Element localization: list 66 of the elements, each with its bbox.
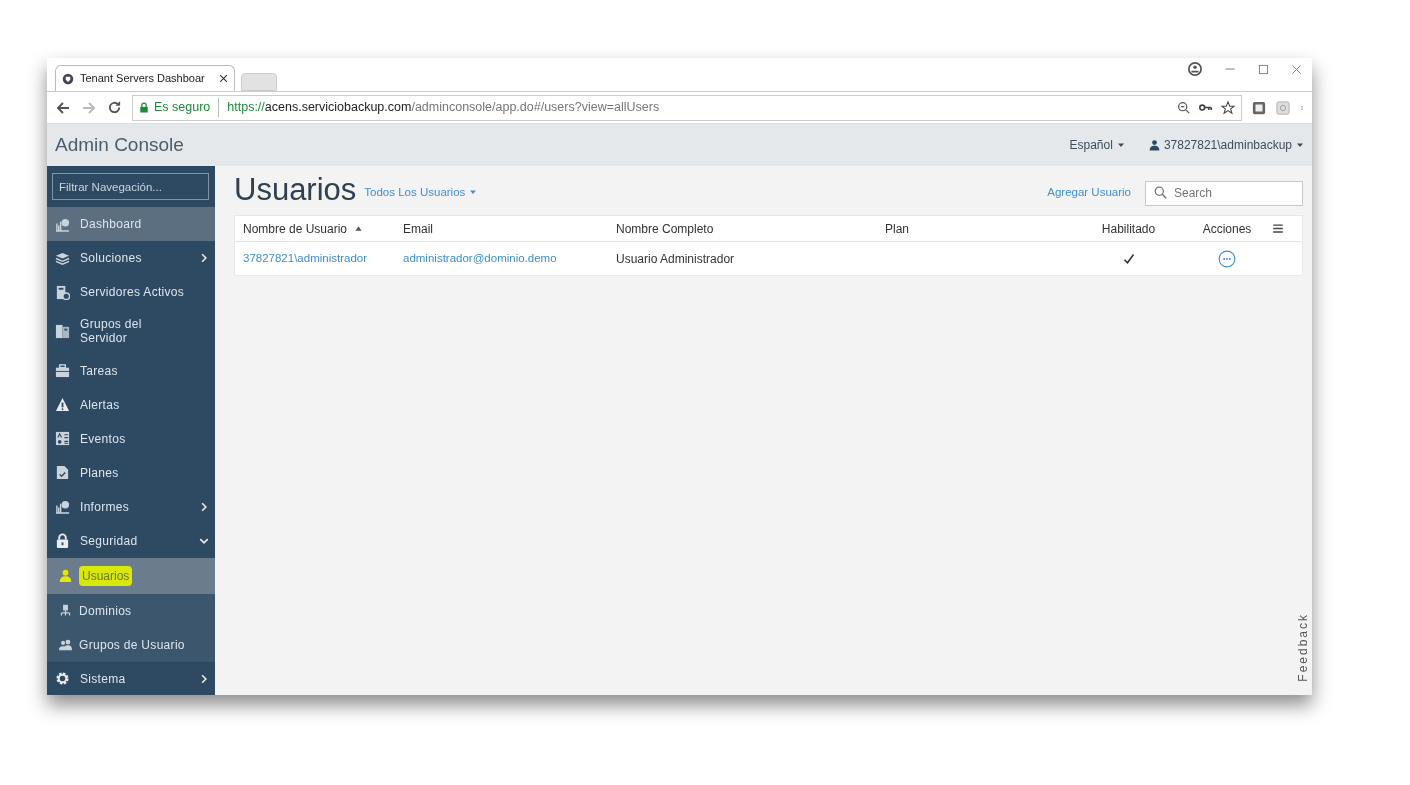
sidebar-subitem[interactable]: Usuarios [47,557,215,594]
lock-icon [139,102,149,113]
security-label: Es seguro [154,99,211,117]
briefcase-icon [55,363,70,379]
chart-icon [55,216,70,232]
sidebar-item[interactable]: Planes [47,455,215,490]
email-link[interactable]: administrador@dominio.demo [403,249,616,268]
filter-field[interactable]: Filtrar Navegación... [52,173,209,200]
column-header[interactable]: Nombre de Usuario [243,219,403,238]
sidebar-item[interactable]: Eventos [47,421,215,456]
user-icon [59,569,72,583]
sidebar-item[interactable]: Tareas [47,353,215,388]
tab-title: Tenant Servers Dashboar [80,71,206,87]
warning-icon [55,397,70,413]
user-icon [1148,139,1160,151]
sidebar-item[interactable]: Grupos del Servidor [47,309,215,354]
column-header[interactable]: Acciones [1182,219,1272,238]
address-bar[interactable]: Es seguro https://acens.serviciobackup.com/adminconsole/app.do#/users?view=allUsers [132,94,1242,121]
document-icon [55,465,70,481]
search-field[interactable]: Search [1145,180,1303,206]
column-header[interactable]: Plan [885,219,1075,238]
caret-icon [1296,141,1304,149]
close-icon[interactable] [219,74,228,83]
network-icon [59,604,72,618]
settings-icon [55,671,70,687]
servers-icon [55,323,70,339]
back-icon[interactable] [55,99,71,116]
app-title: Admin Console [55,132,184,157]
maximize-icon[interactable] [1258,63,1269,75]
key-icon[interactable] [1198,101,1213,114]
extension-icon[interactable] [1252,100,1266,115]
user-menu[interactable]: 37827821\adminbackup [1148,136,1304,154]
sidebar-item[interactable]: Informes [47,489,215,524]
url-text: https://acens.serviciobackup.com/adminconsole/app.do#/users?view=allUsers [227,99,660,117]
column-header[interactable]: Habilitado [1075,219,1182,238]
users-icon [59,638,72,652]
page-title: Usuarios [234,174,357,205]
username-link[interactable]: 37827821\administrador [243,249,403,268]
account-icon[interactable] [1188,62,1202,76]
sidebar-item[interactable]: Soluciones [47,241,215,275]
reload-icon[interactable] [107,100,122,115]
feedback-tab[interactable]: Feedback [1294,613,1312,682]
column-header[interactable]: Email [403,219,616,238]
sidebar-item[interactable]: Servidores Activos [47,275,215,309]
lock-icon [55,533,70,549]
sidebar-item[interactable]: Seguridad [47,523,215,558]
sidebar-item[interactable]: Alertas [47,387,215,422]
more-options-icon[interactable] [1218,249,1236,268]
server-icon [55,284,70,300]
shield-icon [62,72,74,85]
caret-icon [1116,141,1125,149]
sidebar-subitem[interactable]: Grupos de Usuario [47,627,215,662]
zoom-out-icon[interactable] [1177,101,1190,114]
events-icon [55,431,70,447]
search-icon [1154,186,1167,199]
browser-tab[interactable]: Tenant Servers Dashboar [55,65,235,91]
menu-icon[interactable] [1272,223,1284,234]
layers-icon [55,250,70,266]
sidebar-item[interactable]: Sistema [47,661,215,696]
sidebar-item[interactable]: Dashboard [47,207,215,241]
chart-icon [55,499,70,515]
column-header[interactable]: Nombre Completo [616,219,885,238]
table-cell-text: Usuario Administrador [616,250,736,268]
language-menu[interactable]: Español [1069,136,1125,154]
sidebar-subitem[interactable]: Dominios [47,593,215,628]
star-icon[interactable] [1221,100,1235,115]
